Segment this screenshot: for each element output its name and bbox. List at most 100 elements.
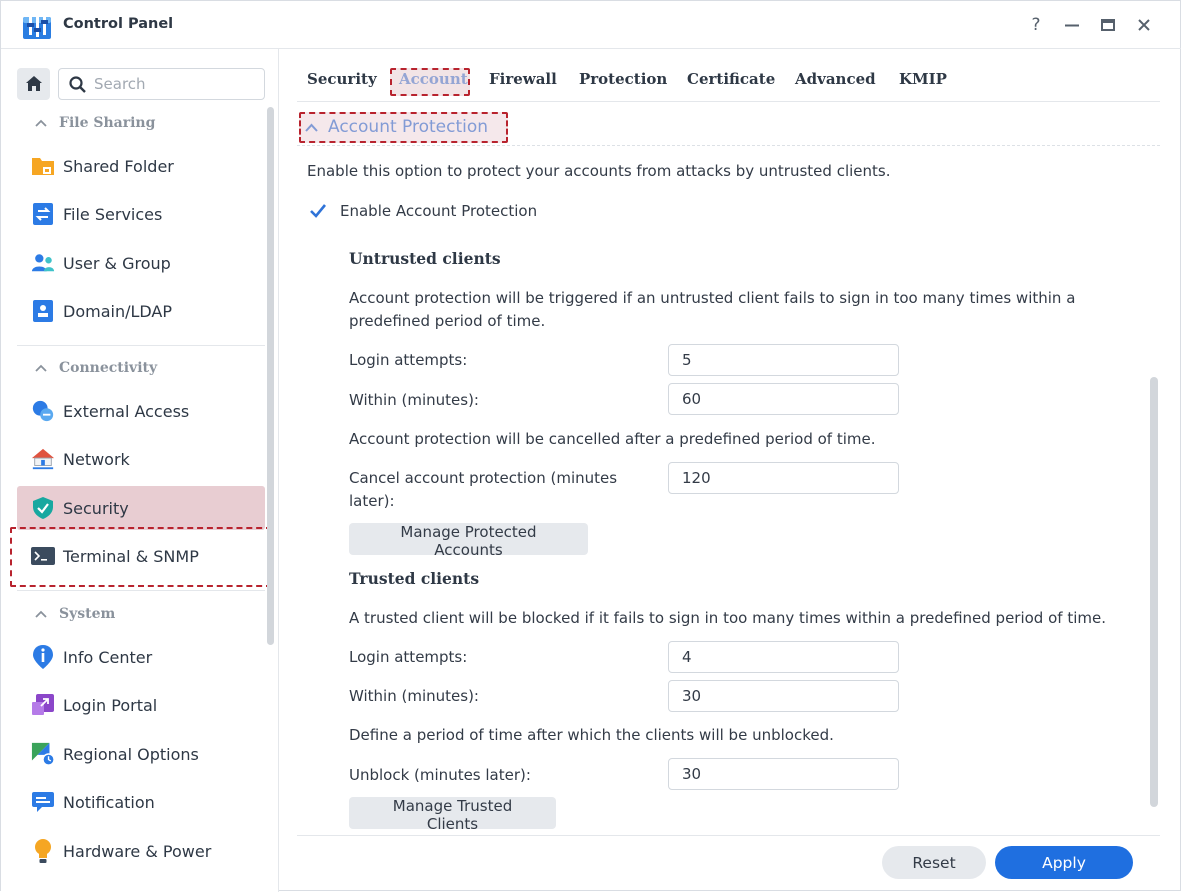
group-label: File Sharing bbox=[59, 115, 156, 131]
sidebar-item-shared-folder[interactable]: Shared Folder bbox=[17, 144, 265, 188]
sidebar-item-label: User & Group bbox=[63, 253, 171, 273]
group-label: System bbox=[59, 606, 116, 622]
enable-account-protection-checkbox[interactable] bbox=[308, 201, 328, 221]
search-icon bbox=[69, 75, 86, 93]
untrusted-login-attempts-label: Login attempts: bbox=[349, 351, 468, 369]
sidebar-item-login-portal[interactable]: Login Portal bbox=[17, 683, 265, 727]
chevron-up-icon bbox=[35, 119, 47, 127]
control-panel-app-icon bbox=[23, 13, 51, 39]
minimize-icon bbox=[1065, 24, 1079, 27]
unblock-input[interactable] bbox=[682, 765, 898, 783]
tab-advanced[interactable]: Advanced bbox=[795, 70, 876, 88]
section-account-protection[interactable]: Account Protection bbox=[305, 117, 488, 137]
search-input[interactable] bbox=[94, 75, 254, 93]
section-title: Account Protection bbox=[328, 117, 489, 137]
trusted-within-label: Within (minutes): bbox=[349, 687, 479, 705]
terminal-icon bbox=[31, 544, 55, 568]
cancel-protection-input[interactable] bbox=[682, 469, 898, 487]
globe-link-icon bbox=[31, 399, 55, 423]
id-card-icon bbox=[31, 299, 55, 323]
sidebar-item-label: Terminal & SNMP bbox=[63, 546, 199, 566]
regional-icon bbox=[31, 742, 55, 766]
sidebar-item-label: Domain/LDAP bbox=[63, 301, 173, 321]
login-portal-icon bbox=[31, 693, 55, 717]
title-bar: Control Panel ? bbox=[1, 1, 1181, 49]
group-file-sharing[interactable]: File Sharing bbox=[35, 115, 155, 131]
tab-account[interactable]: Account bbox=[399, 70, 468, 88]
sidebar-item-label: Login Portal bbox=[63, 695, 158, 715]
unblock-label: Unblock (minutes later): bbox=[349, 766, 531, 784]
trusted-login-attempts-field[interactable] bbox=[668, 641, 899, 673]
tab-firewall[interactable]: Firewall bbox=[489, 70, 557, 88]
home-button[interactable] bbox=[17, 68, 50, 100]
tab-protection[interactable]: Protection bbox=[579, 70, 667, 88]
chevron-up-icon bbox=[35, 364, 47, 372]
unblock-description: Define a period of time after which the … bbox=[349, 726, 834, 744]
unblock-field[interactable] bbox=[668, 758, 899, 790]
untrusted-description: Account protection will be triggered if … bbox=[349, 289, 1076, 330]
content-scrollbar[interactable] bbox=[1150, 377, 1158, 807]
trusted-within-field[interactable] bbox=[668, 680, 899, 712]
untrusted-login-attempts-input[interactable] bbox=[682, 351, 898, 369]
sidebar-item-label: Hardware & Power bbox=[63, 841, 212, 861]
bulb-icon bbox=[31, 839, 55, 863]
sidebar-item-regional-options[interactable]: Regional Options bbox=[17, 732, 265, 776]
users-icon bbox=[31, 251, 55, 275]
enable-account-protection-label[interactable]: Enable Account Protection bbox=[340, 200, 537, 223]
untrusted-login-attempts-field[interactable] bbox=[668, 344, 899, 376]
cancel-protection-label: Cancel account protection (minutes later… bbox=[349, 469, 618, 510]
sidebar-item-security[interactable]: Security bbox=[17, 486, 265, 530]
cancel-description: Account protection will be cancelled aft… bbox=[349, 430, 876, 448]
group-system[interactable]: System bbox=[35, 606, 115, 622]
sidebar-item-terminal-snmp[interactable]: Terminal & SNMP bbox=[17, 534, 265, 578]
trusted-login-attempts-label: Login attempts: bbox=[349, 648, 468, 666]
sidebar-item-user-group[interactable]: User & Group bbox=[17, 241, 265, 285]
sidebar-item-file-services[interactable]: File Services bbox=[17, 192, 265, 236]
trusted-login-attempts-input[interactable] bbox=[682, 648, 898, 666]
sidebar-divider bbox=[17, 590, 265, 591]
reset-button[interactable]: Reset bbox=[882, 846, 986, 879]
maximize-button[interactable] bbox=[1095, 12, 1121, 38]
untrusted-within-input[interactable] bbox=[682, 390, 898, 408]
manage-trusted-clients-button[interactable]: Manage Trusted Clients bbox=[349, 797, 556, 833]
close-icon bbox=[1138, 19, 1150, 31]
footer-divider bbox=[297, 835, 1160, 836]
sidebar-scrollbar[interactable] bbox=[267, 107, 274, 645]
close-button[interactable] bbox=[1131, 12, 1157, 38]
checkmark-icon bbox=[310, 204, 327, 218]
group-connectivity[interactable]: Connectivity bbox=[35, 360, 157, 376]
sidebar-item-notification[interactable]: Notification bbox=[17, 780, 265, 824]
sidebar-item-label: External Access bbox=[63, 401, 190, 421]
maximize-icon bbox=[1101, 19, 1115, 31]
notification-icon bbox=[31, 790, 55, 814]
sidebar-item-external-access[interactable]: External Access bbox=[17, 389, 265, 433]
untrusted-within-field[interactable] bbox=[668, 383, 899, 415]
sidebar-item-hardware-power[interactable]: Hardware & Power bbox=[17, 829, 265, 873]
chevron-up-icon bbox=[35, 610, 47, 618]
manage-protected-accounts-button[interactable]: Manage Protected Accounts bbox=[349, 523, 588, 559]
info-icon bbox=[31, 645, 55, 669]
cancel-protection-field[interactable] bbox=[668, 462, 899, 494]
trusted-within-input[interactable] bbox=[682, 687, 898, 705]
sidebar-item-label: Notification bbox=[63, 792, 155, 812]
file-services-icon bbox=[31, 202, 55, 226]
tab-certificate[interactable]: Certificate bbox=[687, 70, 775, 88]
tab-bar: Security Account Firewall Protection Cer… bbox=[297, 61, 1160, 102]
search-box[interactable] bbox=[58, 68, 265, 100]
sidebar-item-label: Network bbox=[63, 449, 130, 469]
sidebar-item-label: Security bbox=[63, 498, 129, 518]
chevron-up-icon bbox=[305, 123, 318, 132]
house-network-icon bbox=[31, 447, 55, 471]
intro-text: Enable this option to protect your accou… bbox=[307, 162, 891, 180]
sidebar-divider bbox=[17, 345, 265, 346]
sidebar-item-info-center[interactable]: Info Center bbox=[17, 635, 265, 679]
sidebar-item-domain-ldap[interactable]: Domain/LDAP bbox=[17, 289, 265, 333]
tab-security[interactable]: Security bbox=[307, 70, 377, 88]
apply-button[interactable]: Apply bbox=[995, 846, 1133, 879]
sidebar-item-label: Shared Folder bbox=[63, 156, 174, 176]
sidebar-item-network[interactable]: Network bbox=[17, 437, 265, 481]
tab-kmip[interactable]: KMIP bbox=[899, 70, 947, 88]
sidebar-item-label: Info Center bbox=[63, 647, 153, 667]
help-button[interactable]: ? bbox=[1023, 12, 1049, 38]
minimize-button[interactable] bbox=[1059, 12, 1085, 38]
